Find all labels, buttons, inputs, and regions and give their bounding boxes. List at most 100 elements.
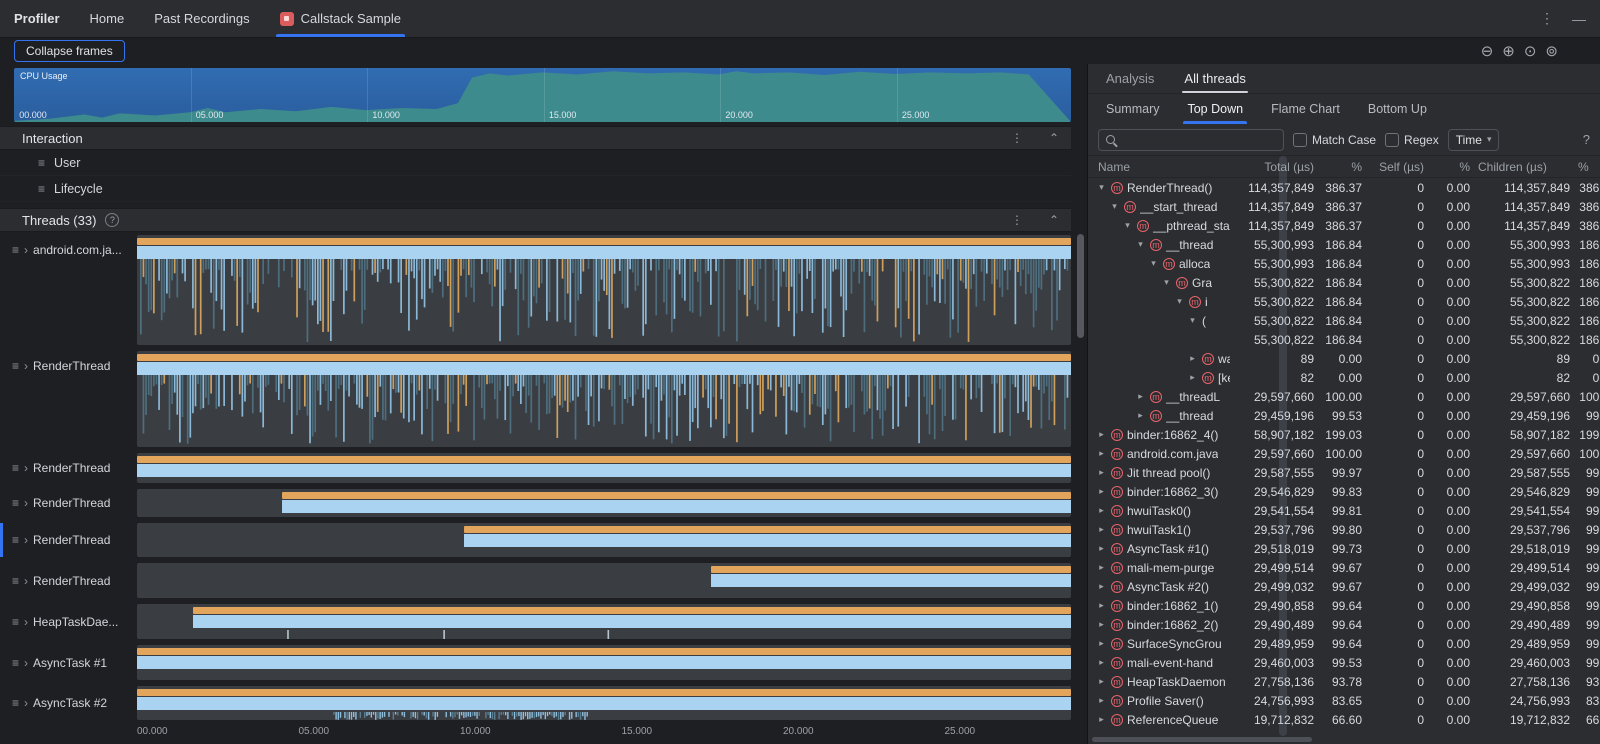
match-case-checkbox[interactable]	[1293, 133, 1307, 147]
collapse-frames-button[interactable]: Collapse frames	[14, 40, 125, 62]
table-row[interactable]: ▸mAsyncTask #2()29,499,03299.6700.0029,4…	[1088, 577, 1600, 596]
table-row[interactable]: ▸m__threadL29,597,660100.0000.0029,597,6…	[1088, 387, 1600, 406]
chevron-right-icon[interactable]: ▸	[1096, 543, 1107, 554]
chevron-right-icon[interactable]: ▸	[1187, 353, 1198, 364]
more-options-icon[interactable]: ⋮	[1011, 213, 1023, 227]
minimize-icon[interactable]: —	[1572, 11, 1586, 27]
tab-bottom-up[interactable]: Bottom Up	[1366, 102, 1429, 124]
chevron-right-icon[interactable]: ▸	[1096, 657, 1107, 668]
chevron-right-icon[interactable]: ▸	[1096, 638, 1107, 649]
thread-track[interactable]	[137, 604, 1071, 639]
table-row[interactable]: ▾malloca55,300,993186.8400.0055,300,9931…	[1088, 254, 1600, 273]
thread-track[interactable]	[137, 453, 1071, 483]
table-row[interactable]: 55,300,822186.8400.0055,300,822186.84	[1088, 330, 1600, 349]
tab-callstack-sample[interactable]: Callstack Sample	[280, 0, 401, 37]
table-row[interactable]: ▸m__thread29,459,19699.5300.0029,459,196…	[1088, 406, 1600, 425]
chevron-right-icon[interactable]: ▸	[1096, 619, 1107, 630]
table-row[interactable]: ▸mAsyncTask #1()29,518,01999.7300.0029,5…	[1088, 539, 1600, 558]
table-row[interactable]: ▾m__start_thread114,357,849386.3700.0011…	[1088, 197, 1600, 216]
help-icon[interactable]: ?	[105, 213, 119, 227]
col-children[interactable]: Children (µs)	[1474, 160, 1574, 174]
table-row[interactable]: ▸mbinder:16862_2()29,490,48999.6400.0029…	[1088, 615, 1600, 634]
table-row[interactable]: ▸mProfile Saver()24,756,99383.6500.0024,…	[1088, 691, 1600, 710]
chevron-right-icon[interactable]: ▸	[1096, 695, 1107, 706]
chevron-down-icon[interactable]: ▾	[1148, 258, 1159, 269]
table-row[interactable]: ▸mhwuiTask1()29,537,79699.8000.0029,537,…	[1088, 520, 1600, 539]
table-row[interactable]: ▸mReferenceQueue19,712,83266.6000.0019,7…	[1088, 710, 1600, 729]
col-total[interactable]: Total (µs)	[1234, 160, 1318, 174]
table-row[interactable]: ▸mwai890.0000.00890.00	[1088, 349, 1600, 368]
zoom-in-icon[interactable]: ⊕	[1502, 42, 1515, 60]
tab-past-recordings[interactable]: Past Recordings	[154, 0, 249, 37]
chevron-right-icon[interactable]: ▸	[1187, 372, 1198, 383]
tab-flame-chart[interactable]: Flame Chart	[1269, 102, 1342, 124]
filter-help-icon[interactable]: ?	[1583, 132, 1590, 147]
thread-label[interactable]: ≡›AsyncTask #1	[0, 645, 137, 680]
table-row[interactable]: ▸mhwuiTask0()29,541,55499.8100.0029,541,…	[1088, 501, 1600, 520]
table-row[interactable]: ▸mmali-event-hand29,460,00399.5300.0029,…	[1088, 653, 1600, 672]
table-row[interactable]: ▸mHeapTaskDaemon27,758,13693.7800.0027,7…	[1088, 672, 1600, 691]
table-row[interactable]: ▸mbinder:16862_3()29,546,82999.8300.0029…	[1088, 482, 1600, 501]
table-row[interactable]: ▸mandroid.com.java29,597,660100.0000.002…	[1088, 444, 1600, 463]
table-row[interactable]: ▸mbinder:16862_1()29,490,85899.6400.0029…	[1088, 596, 1600, 615]
thread-track[interactable]	[137, 489, 1071, 517]
table-row[interactable]: ▸mJit thread pool()29,587,55599.9700.002…	[1088, 463, 1600, 482]
chevron-right-icon[interactable]: ▸	[1096, 524, 1107, 535]
search-box[interactable]	[1098, 129, 1284, 151]
thread-label[interactable]: ≡›RenderThread	[0, 351, 137, 447]
tab-summary[interactable]: Summary	[1104, 102, 1161, 124]
collapse-section-icon[interactable]: ⌃	[1049, 131, 1059, 145]
interaction-row-user[interactable]: ≡ User	[0, 150, 1071, 176]
thread-label[interactable]: ≡›RenderThread	[0, 489, 137, 517]
chevron-down-icon[interactable]: ▾	[1109, 201, 1120, 212]
vertical-scrollbar-thumb[interactable]	[1077, 234, 1084, 338]
table-row[interactable]: ▸mbinder:16862_4()58,907,182199.0300.005…	[1088, 425, 1600, 444]
zoom-to-selection-icon[interactable]: ⊚	[1545, 42, 1558, 60]
horizontal-scrollbar-thumb[interactable]	[1092, 737, 1312, 742]
chevron-down-icon[interactable]: ▾	[1096, 182, 1107, 193]
chevron-right-icon[interactable]: ▸	[1096, 581, 1107, 592]
more-options-icon[interactable]: ⋮	[1011, 131, 1023, 145]
table-row[interactable]: ▸mSurfaceSyncGrou29,489,95999.6400.0029,…	[1088, 634, 1600, 653]
zoom-out-icon[interactable]: ⊖	[1481, 42, 1494, 60]
tab-analysis[interactable]: Analysis	[1104, 71, 1156, 93]
reset-zoom-icon[interactable]: ⊙	[1524, 42, 1537, 60]
table-row[interactable]: ▾mRenderThread()114,357,849386.3700.0011…	[1088, 178, 1600, 197]
col-self[interactable]: Self (µs)	[1366, 160, 1428, 174]
tab-top-down[interactable]: Top Down	[1185, 102, 1245, 124]
thread-label[interactable]: ≡›RenderThread	[0, 563, 137, 598]
thread-track[interactable]	[137, 563, 1071, 598]
table-row[interactable]: ▾mGra55,300,822186.8400.0055,300,822186.…	[1088, 273, 1600, 292]
thread-track[interactable]	[137, 523, 1071, 557]
table-row[interactable]: ▾m__thread55,300,993186.8400.0055,300,99…	[1088, 235, 1600, 254]
tab-home[interactable]: Home	[90, 0, 125, 37]
chevron-right-icon[interactable]: ▸	[1135, 391, 1146, 402]
col-self-pct[interactable]: %	[1428, 160, 1474, 174]
chevron-right-icon[interactable]: ▸	[1096, 505, 1107, 516]
tab-all-threads[interactable]: All threads	[1182, 71, 1247, 93]
table-row[interactable]: ▸mmali-mem-purge29,499,51499.6700.0029,4…	[1088, 558, 1600, 577]
chevron-right-icon[interactable]: ▸	[1096, 448, 1107, 459]
chevron-right-icon[interactable]: ▸	[1096, 676, 1107, 687]
table-row[interactable]: ▾mi55,300,822186.8400.0055,300,822186.84	[1088, 292, 1600, 311]
chevron-down-icon[interactable]: ▾	[1135, 239, 1146, 250]
threads-header[interactable]: Threads (33) ? ⋮ ⌃	[0, 208, 1071, 232]
table-row[interactable]: ▸m[ke820.0000.00820.00	[1088, 368, 1600, 387]
time-dropdown[interactable]: Time ▾	[1448, 129, 1500, 151]
chevron-down-icon[interactable]: ▾	[1161, 277, 1172, 288]
more-options-icon[interactable]: ⋮	[1540, 10, 1554, 27]
thread-label[interactable]: ≡›android.com.ja...	[0, 235, 137, 345]
collapse-section-icon[interactable]: ⌃	[1049, 213, 1059, 227]
thread-label[interactable]: ≡›RenderThread	[0, 523, 137, 557]
thread-track[interactable]	[137, 351, 1071, 447]
chevron-right-icon[interactable]: ▸	[1096, 429, 1107, 440]
thread-track[interactable]	[137, 686, 1071, 720]
thread-label[interactable]: ≡›HeapTaskDae...	[0, 604, 137, 639]
cpu-usage-chart[interactable]: CPU Usage 00.00005.00010.00015.00020.000…	[14, 68, 1071, 122]
chevron-right-icon[interactable]: ▸	[1096, 486, 1107, 497]
chevron-down-icon[interactable]: ▾	[1187, 315, 1198, 326]
chevron-down-icon[interactable]: ▾	[1174, 296, 1185, 307]
table-row[interactable]: ▾(55,300,822186.8400.0055,300,822186.84	[1088, 311, 1600, 330]
interaction-row-lifecycle[interactable]: ≡ Lifecycle	[0, 176, 1071, 202]
chevron-right-icon[interactable]: ▸	[1096, 714, 1107, 725]
